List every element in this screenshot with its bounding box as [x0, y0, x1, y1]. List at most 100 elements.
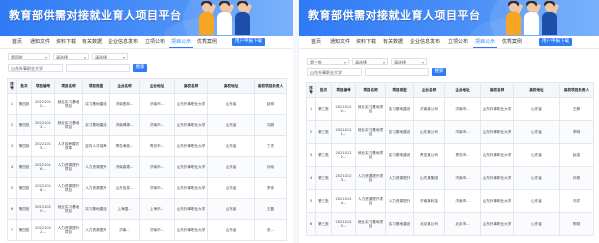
table-cell: 王静 [559, 97, 594, 121]
batch-select[interactable]: 第四批 ▾ [8, 53, 50, 60]
column-header: 企业地址 [444, 82, 481, 98]
table-row: 5 第三批 20210124... 人力资源提升项目 人力资源提升 济南某科技 济南市...… [306, 189, 594, 213]
table-cell: 20221018... [31, 177, 55, 199]
nav-notices[interactable]: 通知文件 [330, 38, 350, 45]
type-value: 请选择 [56, 55, 68, 60]
chevron-down-icon: ▾ [44, 55, 47, 60]
column-header: 项目类型 [385, 82, 414, 98]
table-cell: 刘超 [254, 114, 287, 136]
table-cell: 就业实习基地项目 [355, 97, 386, 121]
project-table: 序号 批次 项目编号 项目名称 项目类型 企业名称 企业地址 高校名称 高校地址 高校项目负责人 … [7, 78, 287, 241]
type-select[interactable]: 请选择 ▾ [53, 53, 89, 60]
table-cell: 济南市... [139, 219, 175, 241]
nav-project-publicity[interactable]: 项目公示 [472, 38, 498, 48]
table-cell: 20210122... [331, 143, 356, 167]
column-header: 项目编号 [31, 78, 55, 94]
nav-downloads[interactable]: 资料下载 [56, 38, 76, 45]
project-type-select[interactable]: 请选择 ▾ [92, 53, 128, 60]
column-header: 批次 [16, 78, 32, 94]
batch-select[interactable]: 第三批 ▾ [307, 58, 349, 65]
table-cell: 孙晓 [254, 156, 287, 178]
table-cell: 20221012... [31, 114, 55, 136]
column-header: 企业名称 [413, 82, 445, 98]
project-type-value: 请选择 [394, 60, 406, 65]
column-header: 项目编号 [331, 82, 356, 98]
nav-company-info[interactable]: 企业信息发布 [108, 38, 138, 45]
site-title: 教育部供需对接就业育人项目平台 [9, 9, 182, 22]
table-cell: 实习基地建设 [82, 198, 110, 220]
search-button[interactable]: 搜索 [432, 68, 446, 76]
download-button[interactable]: 用户申报下载 [232, 38, 265, 46]
table-cell: 第三批 [315, 166, 332, 190]
table-cell: 4 [306, 166, 316, 190]
column-header: 项目名称 [54, 78, 83, 94]
table-cell: 6 [7, 198, 17, 220]
table-cell: 青岛某公司 [413, 143, 445, 167]
table-cell: 就业实习基地项目 [355, 212, 386, 236]
table-cell: 北京市... [444, 212, 481, 236]
search-button[interactable]: 搜索 [133, 64, 147, 72]
nav-notices[interactable]: 通知文件 [30, 38, 50, 45]
table-cell: 20210123... [331, 166, 356, 190]
nav-approvals[interactable]: 立项公布 [145, 38, 165, 45]
nav-company-info[interactable]: 企业信息发布 [410, 38, 440, 45]
table-cell: 20210121... [331, 120, 356, 144]
table-cell: 李伟 [254, 177, 287, 199]
table-cell: 就业实习基地项目 [54, 93, 83, 115]
school-field[interactable]: 山东外事职业大学 [8, 64, 63, 72]
nav-cases[interactable]: 优秀案例 [197, 38, 217, 45]
keyword-input[interactable] [66, 64, 130, 72]
table-cell: 山东外事职业大学 [174, 135, 208, 157]
chevron-down-icon: ▾ [83, 55, 86, 60]
table-cell: 山东省 [207, 198, 255, 220]
table-cell: 赵强 [559, 143, 594, 167]
type-value: 请选择 [355, 60, 367, 65]
nav-project-publicity[interactable]: 项目公示 [168, 38, 194, 48]
table-cell: 山东外事职业大学 [480, 212, 514, 236]
keyword-input[interactable] [365, 68, 429, 76]
column-header: 高校项目负责人 [254, 78, 287, 94]
banner-figure [539, 1, 561, 35]
table-row: 3 第三批 20210122... 就业实习基地项目 实习基地建设 青岛某公司 青岛市...… [306, 143, 594, 167]
project-type-select[interactable]: 请选择 ▾ [391, 58, 427, 65]
table-cell: 山东外事职业大学 [174, 198, 208, 220]
chevron-down-icon: ▾ [382, 60, 385, 65]
table-cell: 李明 [559, 120, 594, 144]
table-cell: 第四批 [16, 135, 32, 157]
table-cell: 山东外事职业大学 [480, 166, 514, 190]
table-cell: 20210120... [331, 97, 356, 121]
table-cell: 王磊 [254, 198, 287, 220]
table-header-row: 序号 批次 项目编号 项目名称 项目类型 企业名称 企业地址 高校名称 高校地址 高校项目负责人 [7, 78, 287, 94]
table-cell: 第三批 [315, 189, 332, 213]
download-button[interactable]: 用户申报下载 [539, 38, 572, 46]
table-cell: 6 [306, 212, 316, 236]
table-cell: 山东省 [513, 97, 560, 121]
screenshot-left: 教育部供需对接就业育人项目平台 首页 通知文件 资料下载 有关数据 企业信息发布… [0, 0, 293, 243]
table-cell: 山东外事职业大学 [174, 177, 208, 199]
table-cell: 济南市... [444, 120, 481, 144]
table-cell: 济南鲁邦... [109, 93, 140, 115]
table-row: 4 第四批 20221016... 人力资源提升项目 人力资源提升 济南高德... 济南市.… [7, 156, 287, 178]
nav-data[interactable]: 有关数据 [383, 38, 403, 45]
table-cell: 济南市... [139, 93, 175, 115]
nav-cases[interactable]: 优秀案例 [502, 38, 522, 45]
nav-approvals[interactable]: 立项公布 [448, 38, 468, 45]
table-cell: 就业实习基地项目 [355, 120, 386, 144]
school-field[interactable]: 山东外事职业大学 [307, 68, 362, 76]
table-cell: 人力资源提升项目 [355, 189, 386, 213]
school-value: 山东外事职业大学 [11, 66, 43, 71]
type-select[interactable]: 请选择 ▾ [352, 58, 388, 65]
nav-home[interactable]: 首页 [311, 38, 321, 45]
table-cell: 7 [7, 219, 17, 241]
table-cell: 2 [306, 120, 316, 144]
nav-home[interactable]: 首页 [12, 38, 22, 45]
school-value: 山东外事职业大学 [310, 70, 342, 75]
nav-data[interactable]: 有关数据 [82, 38, 102, 45]
table-cell: 实习基地建设 [82, 93, 110, 115]
table-cell: 山东省 [513, 166, 560, 190]
nav-downloads[interactable]: 资料下载 [356, 38, 376, 45]
table-cell: 济南某公司 [413, 97, 445, 121]
column-header: 项目类型 [82, 78, 110, 94]
table-cell: 20210124... [331, 189, 356, 213]
table-cell: 人力资源提升 [82, 219, 110, 241]
